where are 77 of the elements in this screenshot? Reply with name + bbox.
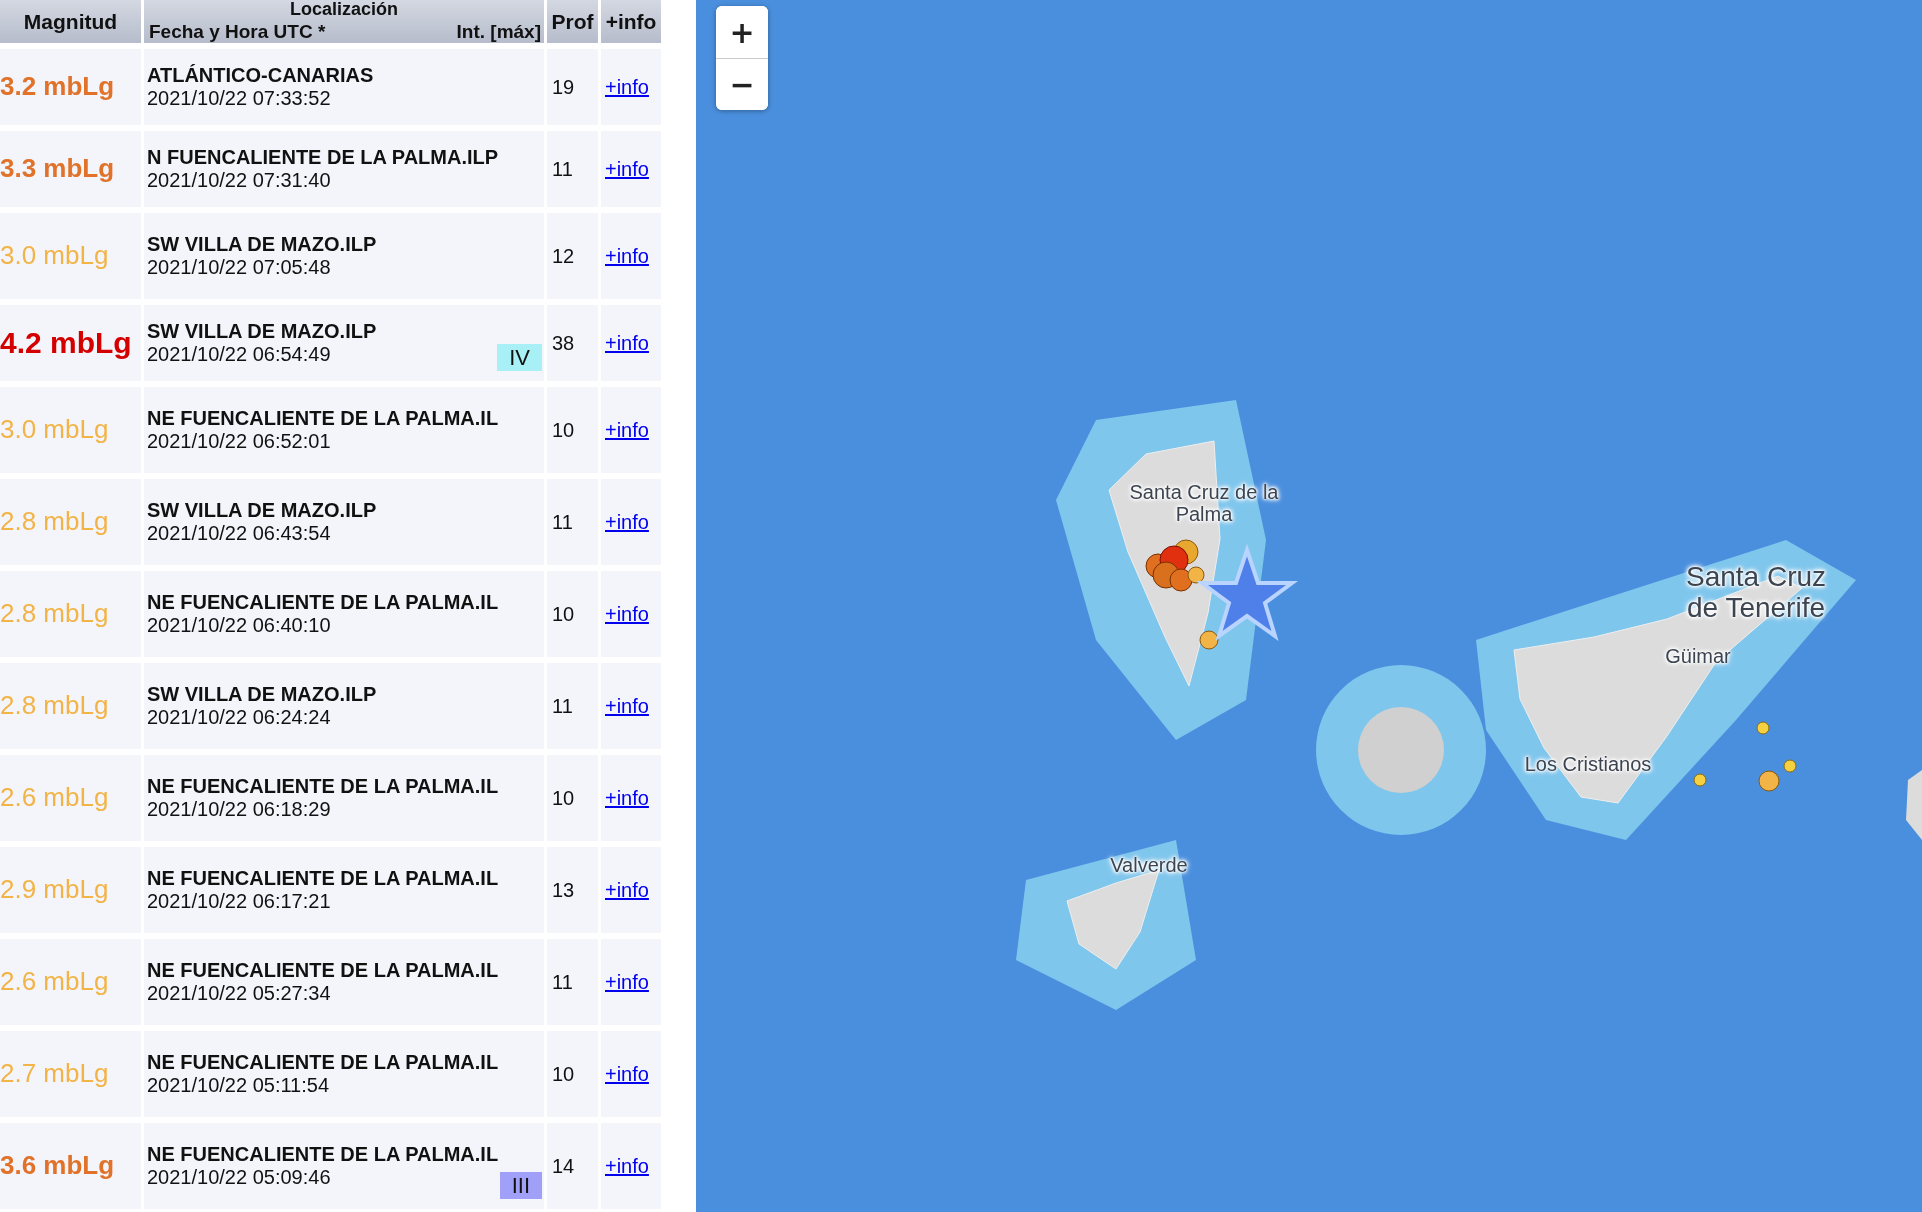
depth-cell: 13 xyxy=(547,847,598,933)
info-link[interactable]: +info xyxy=(605,1154,649,1178)
date-time: 2021/10/22 07:31:40 xyxy=(147,169,331,192)
location-name: NE FUENCALIENTE DE LA PALMA.IL xyxy=(147,1143,499,1166)
location-name: NE FUENCALIENTE DE LA PALMA.IL xyxy=(147,775,499,798)
info-link[interactable]: +info xyxy=(605,970,649,994)
magnitude-value: 2.8 mbLg xyxy=(0,508,109,536)
place-label: Valverde xyxy=(1109,854,1189,876)
column-header: Localización xyxy=(290,0,398,18)
date-time: 2021/10/22 06:40:10 xyxy=(147,614,331,637)
location-name: NE FUENCALIENTE DE LA PALMA.IL xyxy=(147,959,499,982)
magnitude-value: 3.0 mbLg xyxy=(0,416,109,444)
location-name: ATLÁNTICO-CANARIAS xyxy=(147,64,374,87)
column-header: Magnitud xyxy=(0,0,141,43)
depth-cell: 12 xyxy=(547,213,598,299)
info-link[interactable]: +info xyxy=(605,786,649,810)
info-link[interactable]: +info xyxy=(605,694,649,718)
location-name: SW VILLA DE MAZO.ILP xyxy=(147,233,377,256)
location-name: N FUENCALIENTE DE LA PALMA.ILP xyxy=(147,146,499,169)
date-time: 2021/10/22 06:24:24 xyxy=(147,706,331,729)
intensity-badge: IV xyxy=(497,343,542,371)
date-time: 2021/10/22 05:09:46 xyxy=(147,1166,331,1189)
zoom-in-button[interactable]: + xyxy=(716,6,768,58)
location-name: SW VILLA DE MAZO.ILP xyxy=(147,683,377,706)
magnitude-value: 3.2 mbLg xyxy=(0,73,115,101)
info-link[interactable]: +info xyxy=(605,602,649,626)
column-header: Prof xyxy=(547,0,598,43)
info-link[interactable]: +info xyxy=(605,244,649,268)
depth-cell: 38 xyxy=(547,305,598,381)
date-time: 2021/10/22 06:18:29 xyxy=(147,798,331,821)
zoom-out-button[interactable]: − xyxy=(716,58,768,110)
magnitude-value: 3.3 mbLg xyxy=(0,155,115,183)
column-header: Int. [máx] xyxy=(456,22,541,41)
date-time: 2021/10/22 06:54:49 xyxy=(147,343,331,366)
depth-cell: 19 xyxy=(547,49,598,125)
info-link[interactable]: +info xyxy=(605,878,649,902)
info-link[interactable]: +info xyxy=(605,157,649,181)
magnitude-value: 2.6 mbLg xyxy=(0,784,109,812)
magnitude-value: 2.7 mbLg xyxy=(0,1060,109,1088)
depth-cell: 14 xyxy=(547,1123,598,1209)
info-link[interactable]: +info xyxy=(605,418,649,442)
magnitude-value: 2.6 mbLg xyxy=(0,968,109,996)
info-link[interactable]: +info xyxy=(605,331,649,355)
star-icon[interactable] xyxy=(1195,543,1299,642)
date-time: 2021/10/22 05:27:34 xyxy=(147,982,331,1005)
magnitude-value: 2.9 mbLg xyxy=(0,876,109,904)
date-time: 2021/10/22 06:17:21 xyxy=(147,890,331,913)
info-link[interactable]: +info xyxy=(605,1062,649,1086)
location-name: NE FUENCALIENTE DE LA PALMA.IL xyxy=(147,867,499,890)
date-time: 2021/10/22 06:52:01 xyxy=(147,430,331,453)
magnitude-value: 3.0 mbLg xyxy=(0,242,109,270)
location-name: NE FUENCALIENTE DE LA PALMA.IL xyxy=(147,591,499,614)
info-link[interactable]: +info xyxy=(605,75,649,99)
depth-cell: 10 xyxy=(547,571,598,657)
magnitude-value: 3.6 mbLg xyxy=(0,1152,115,1180)
depth-cell: 11 xyxy=(547,131,598,207)
depth-cell: 11 xyxy=(547,663,598,749)
date-time: 2021/10/22 07:33:52 xyxy=(147,87,331,110)
depth-cell: 10 xyxy=(547,755,598,841)
info-link[interactable]: +info xyxy=(605,510,649,534)
magnitude-value: 2.8 mbLg xyxy=(0,600,109,628)
intensity-badge: III xyxy=(499,1171,542,1199)
depth-cell: 10 xyxy=(547,387,598,473)
location-name: NE FUENCALIENTE DE LA PALMA.IL xyxy=(147,1051,499,1074)
depth-cell: 10 xyxy=(547,1031,598,1117)
depth-cell: 11 xyxy=(547,479,598,565)
magnitude-value: 2.8 mbLg xyxy=(0,692,109,720)
magnitude-value: 4.2 mbLg xyxy=(0,327,132,359)
date-time: 2021/10/22 06:43:54 xyxy=(147,522,331,545)
location-name: SW VILLA DE MAZO.ILP xyxy=(147,320,377,343)
location-name: SW VILLA DE MAZO.ILP xyxy=(147,499,377,522)
depth-cell: 11 xyxy=(547,939,598,1025)
column-header: +info xyxy=(601,0,661,43)
date-time: 2021/10/22 05:11:54 xyxy=(147,1074,330,1097)
date-time: 2021/10/22 07:05:48 xyxy=(147,256,331,279)
location-name: NE FUENCALIENTE DE LA PALMA.IL xyxy=(147,407,499,430)
column-header: Fecha y Hora UTC * xyxy=(149,22,326,41)
